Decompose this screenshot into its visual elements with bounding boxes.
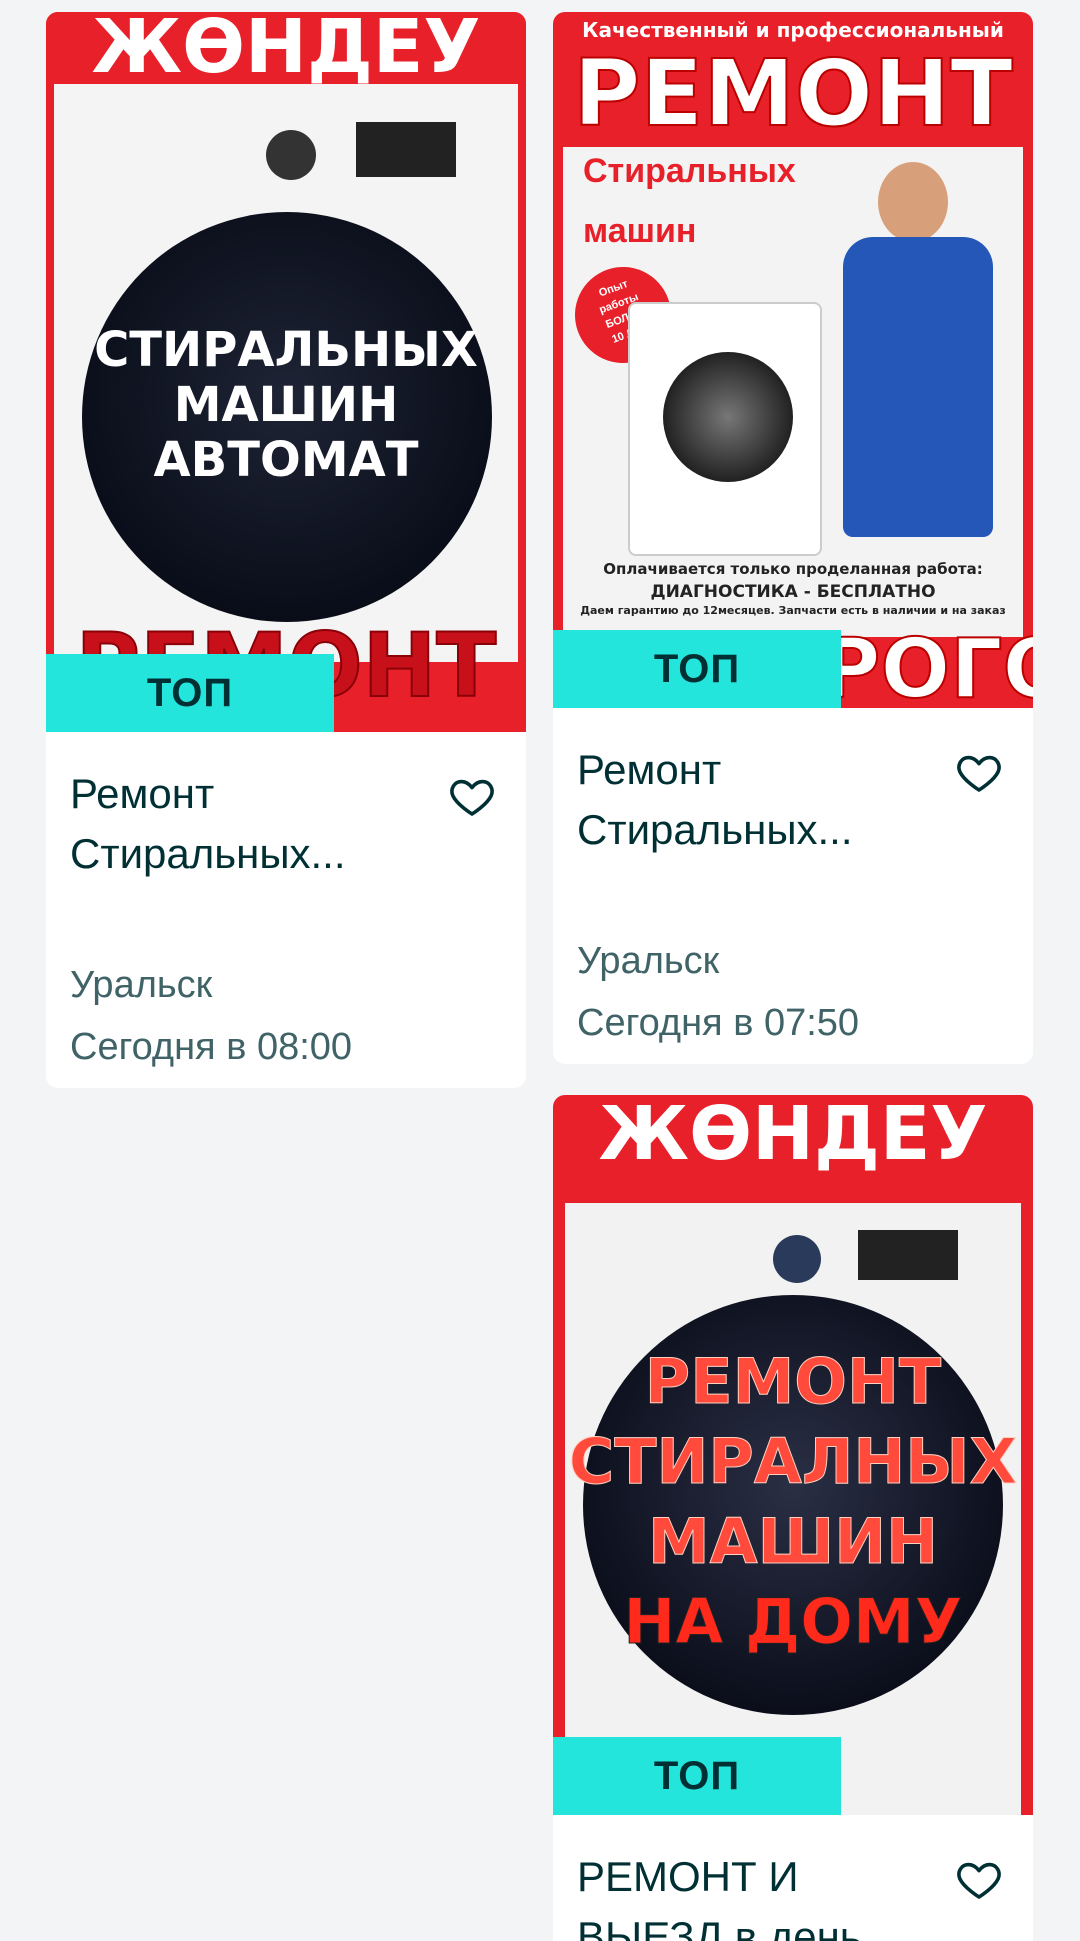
listing-city: Уральск [577, 940, 720, 982]
heart-icon[interactable] [955, 1855, 1003, 1903]
poster-center-line-3: АВТОМАТ [153, 432, 419, 488]
poster-warranty-text: Даем гарантию до 12месяцев. Запчасти ест… [580, 604, 1006, 617]
washer-display [356, 122, 456, 177]
poster-paid-text: Оплачивается только проделанная работа: [603, 560, 983, 578]
repairman-figure [833, 162, 1003, 562]
washer-display [858, 1230, 958, 1280]
heart-icon[interactable] [955, 748, 1003, 796]
top-badge: ТОП [46, 654, 334, 732]
poster-line-2: машин [583, 212, 697, 250]
listing-title[interactable]: РЕМОНТ И ВЫЕЗД в день [577, 1847, 937, 1941]
top-badge: ТОП [553, 630, 841, 708]
poster-center-line-4: НА ДОМУ [623, 1585, 963, 1659]
listing-card[interactable]: Качественный и профессиональный РЕМОНТ С… [553, 12, 1033, 1064]
poster-big-text: РЕМОНТ [572, 39, 1014, 148]
listing-city: Уральск [70, 964, 213, 1006]
poster-center-line-1: РЕМОНТ [644, 1345, 942, 1419]
poster-header: Качественный и профессиональный [582, 18, 1004, 42]
listing-photo[interactable]: ЖӨНДЕУ СТИРАЛЬНЫХ МАШИН АВТОМАТ РЕМОНТ Т… [46, 12, 526, 732]
washer-knob [773, 1235, 821, 1283]
poster-center-line-2: СТИРАЛНЫХ [568, 1425, 1018, 1499]
poster-top-text: ЖӨНДЕУ [91, 12, 481, 90]
listing-card[interactable]: ЖӨНДЕУ РЕМОНТ СТИРАЛНЫХ МАШИН НА ДОМУ ТО… [553, 1095, 1033, 1941]
heart-icon[interactable] [448, 772, 496, 820]
listing-photo[interactable]: Качественный и профессиональный РЕМОНТ С… [553, 12, 1033, 708]
poster-center-line-3: МАШИН [647, 1505, 939, 1579]
poster-center-line-2: МАШИН [173, 377, 399, 433]
poster-top-text: ЖӨНДЕУ [598, 1095, 988, 1177]
poster-line-1: Стиральных [583, 152, 796, 190]
washer-knob [266, 130, 316, 180]
listing-title[interactable]: Ремонт Стиральных... [70, 764, 430, 884]
listing-card[interactable]: ЖӨНДЕУ СТИРАЛЬНЫХ МАШИН АВТОМАТ РЕМОНТ Т… [46, 12, 526, 1088]
listing-date: Сегодня в 07:50 [577, 1002, 860, 1044]
listing-title[interactable]: Ремонт Стиральных... [577, 740, 937, 860]
poster-diag-text: ДИАГНОСТИКА - БЕСПЛАТНО [650, 582, 936, 602]
top-badge: ТОП [553, 1737, 841, 1815]
listing-photo[interactable]: ЖӨНДЕУ РЕМОНТ СТИРАЛНЫХ МАШИН НА ДОМУ ТО… [553, 1095, 1033, 1815]
washer-illustration-door [663, 352, 793, 482]
poster-center-line-1: СТИРАЛЬНЫХ [94, 322, 478, 378]
listing-date: Сегодня в 08:00 [70, 1026, 353, 1068]
